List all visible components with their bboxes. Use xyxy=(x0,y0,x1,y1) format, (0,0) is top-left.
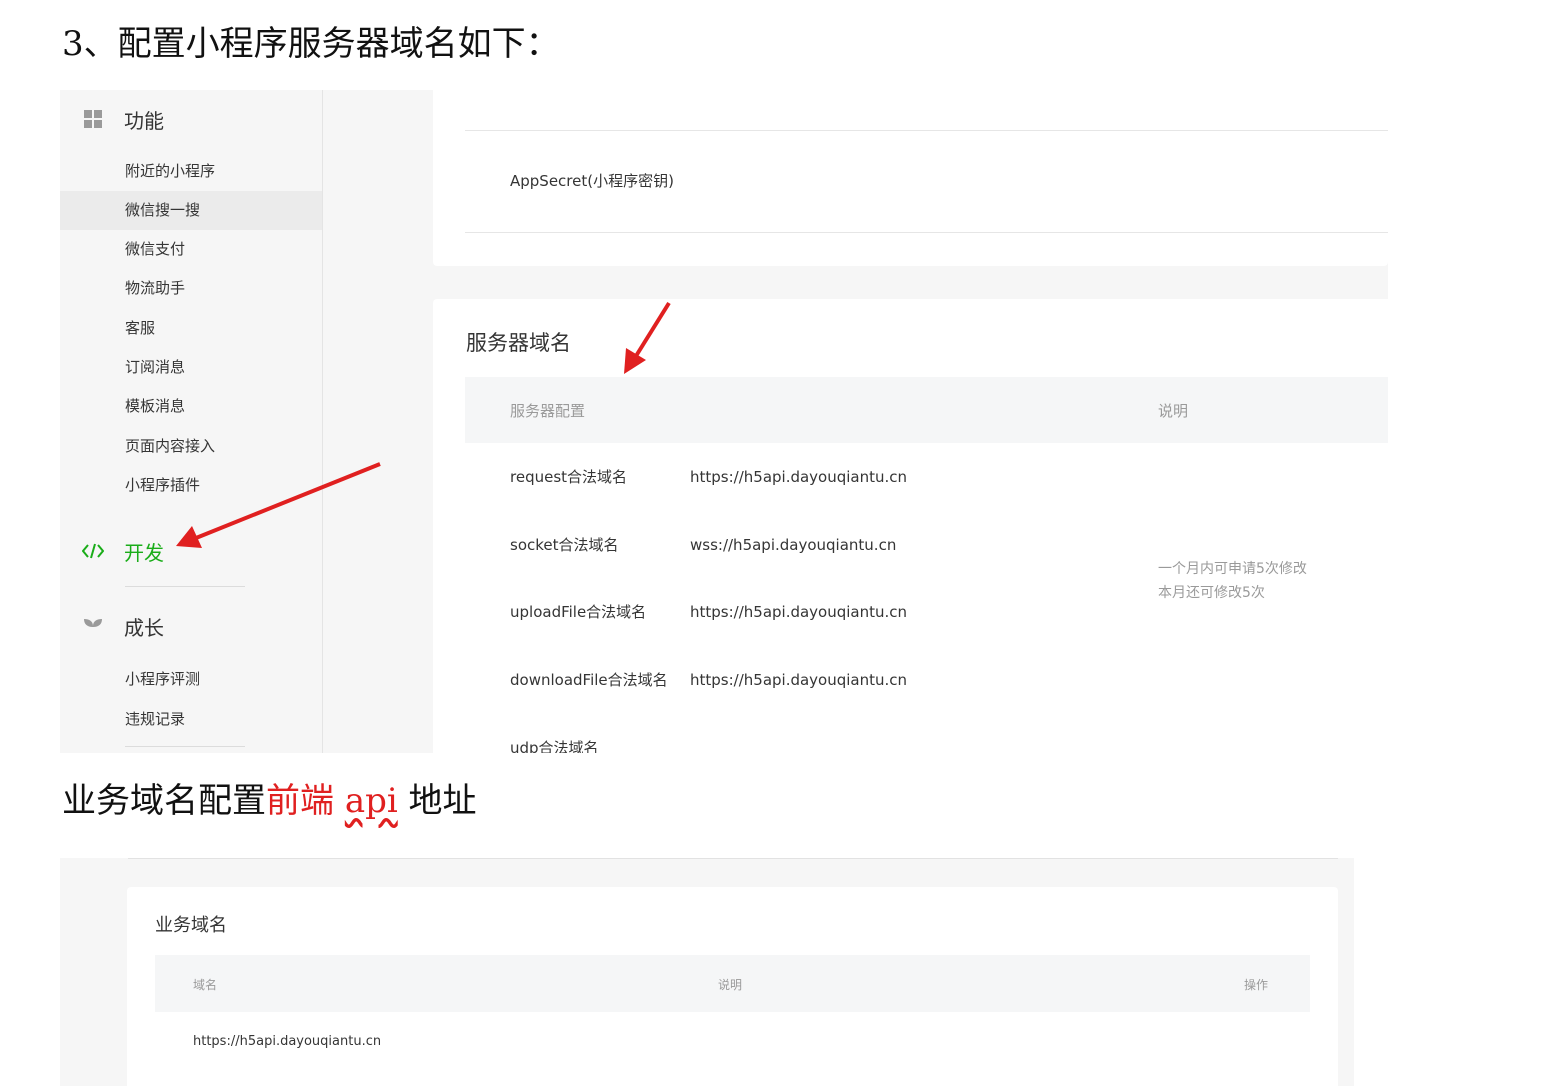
divider xyxy=(465,232,1388,233)
domain-value: https://h5api.dayouqiantu.cn xyxy=(690,468,908,486)
nav-group-growth[interactable]: 成长 xyxy=(82,611,164,641)
sidebar-item-plugins[interactable]: 小程序插件 xyxy=(60,466,322,505)
domain-value: https://h5api.dayouqiantu.cn xyxy=(690,671,908,689)
sidebar-item-subscribe-msg[interactable]: 订阅消息 xyxy=(60,348,322,387)
divider xyxy=(125,746,245,747)
sidebar-item-customer-service[interactable]: 客服 xyxy=(60,309,322,348)
divider xyxy=(465,130,1388,131)
sidebar-item-nearby[interactable]: 附近的小程序 xyxy=(60,152,322,191)
column-header: 说明 xyxy=(718,978,743,992)
nav-group-label: 开发 xyxy=(124,540,164,565)
section-title: 服务器域名 xyxy=(466,331,571,355)
sidebar-item-evaluation[interactable]: 小程序评测 xyxy=(60,660,322,699)
sidebar-item-template-msg[interactable]: 模板消息 xyxy=(60,387,322,426)
nav-group-function[interactable]: 功能 xyxy=(82,104,164,134)
nav-group-dev[interactable]: 开发 xyxy=(82,536,164,566)
column-header: 域名 xyxy=(193,978,218,992)
business-domain-screenshot: 业务域名 域名 说明 操作 https://h5api.dayouqiantu.… xyxy=(60,858,1354,1086)
server-domain-card: 服务器域名 服务器配置 说明 request合法域名 https://h5api.… xyxy=(433,299,1388,753)
app-credentials-card: AppSecret(小程序密钥) xyxy=(433,90,1388,266)
modification-note: 一个月内可申请5次修改 本月还可修改5次 xyxy=(1158,557,1307,605)
sidebar-item-logistics[interactable]: 物流助手 xyxy=(60,269,322,308)
heading-text-end: 地址 xyxy=(397,781,477,821)
table-row: socket合法域名 wss://h5api.dayouqiantu.cn xyxy=(510,534,896,555)
code-icon xyxy=(82,540,104,562)
sidebar-item-violations[interactable]: 违规记录 xyxy=(60,700,322,739)
domain-value: https://h5api.dayouqiantu.cn xyxy=(690,603,908,621)
heading-highlight-api: api xyxy=(344,781,398,821)
domain-type: socket合法域名 xyxy=(510,536,619,554)
domain-type: uploadFile合法域名 xyxy=(510,603,647,621)
grid-icon xyxy=(82,108,104,130)
heading-text: 业务域名配置 xyxy=(62,781,266,821)
appsecret-label: AppSecret(小程序密钥) xyxy=(510,172,674,190)
column-header: 服务器配置 xyxy=(510,402,586,420)
note-line: 一个月内可申请5次修改 xyxy=(1158,561,1307,577)
domain-value: wss://h5api.dayouqiantu.cn xyxy=(690,536,897,554)
domain-type: request合法域名 xyxy=(510,468,628,486)
business-domain-heading: 业务域名配置前端 api 地址 xyxy=(62,784,477,818)
table-header: 域名 说明 操作 xyxy=(155,955,1310,1012)
section-title: 业务域名 xyxy=(155,915,227,936)
sidebar-item-page-content[interactable]: 页面内容接入 xyxy=(60,427,322,466)
table-header: 服务器配置 说明 xyxy=(465,377,1388,443)
sprout-icon xyxy=(82,615,104,637)
business-domain-card: 业务域名 域名 说明 操作 https://h5api.dayouqiantu.… xyxy=(127,887,1338,1086)
domain-type: downloadFile合法域名 xyxy=(510,671,668,689)
sidebar: 功能 附近的小程序 微信搜一搜 微信支付 物流助手 客服 订阅消息 模板消息 页… xyxy=(60,90,323,753)
business-domain-value: https://h5api.dayouqiantu.cn xyxy=(193,1034,382,1049)
step-heading: 3、配置小程序服务器域名如下： xyxy=(62,24,560,64)
nav-group-label: 功能 xyxy=(124,108,164,133)
sidebar-item-wechat-search[interactable]: 微信搜一搜 xyxy=(60,191,322,230)
divider xyxy=(128,858,1338,859)
column-header: 说明 xyxy=(1158,402,1189,420)
table-row: uploadFile合法域名 https://h5api.dayouqiantu.… xyxy=(510,601,907,622)
table-row: udp合法域名 xyxy=(510,737,690,753)
nav-group-label: 成长 xyxy=(124,615,164,640)
divider xyxy=(125,586,245,587)
domain-type: udp合法域名 xyxy=(510,739,599,753)
note-line: 本月还可修改5次 xyxy=(1158,585,1265,601)
heading-highlight: 前端 xyxy=(266,781,345,821)
sidebar-item-wechat-pay[interactable]: 微信支付 xyxy=(60,230,322,269)
column-header: 操作 xyxy=(1244,978,1269,992)
table-row: request合法域名 https://h5api.dayouqiantu.cn xyxy=(510,466,907,487)
settings-screenshot: 功能 附近的小程序 微信搜一搜 微信支付 物流助手 客服 订阅消息 模板消息 页… xyxy=(60,90,1388,753)
table-row: downloadFile合法域名 https://h5api.dayouqiant… xyxy=(510,669,907,690)
